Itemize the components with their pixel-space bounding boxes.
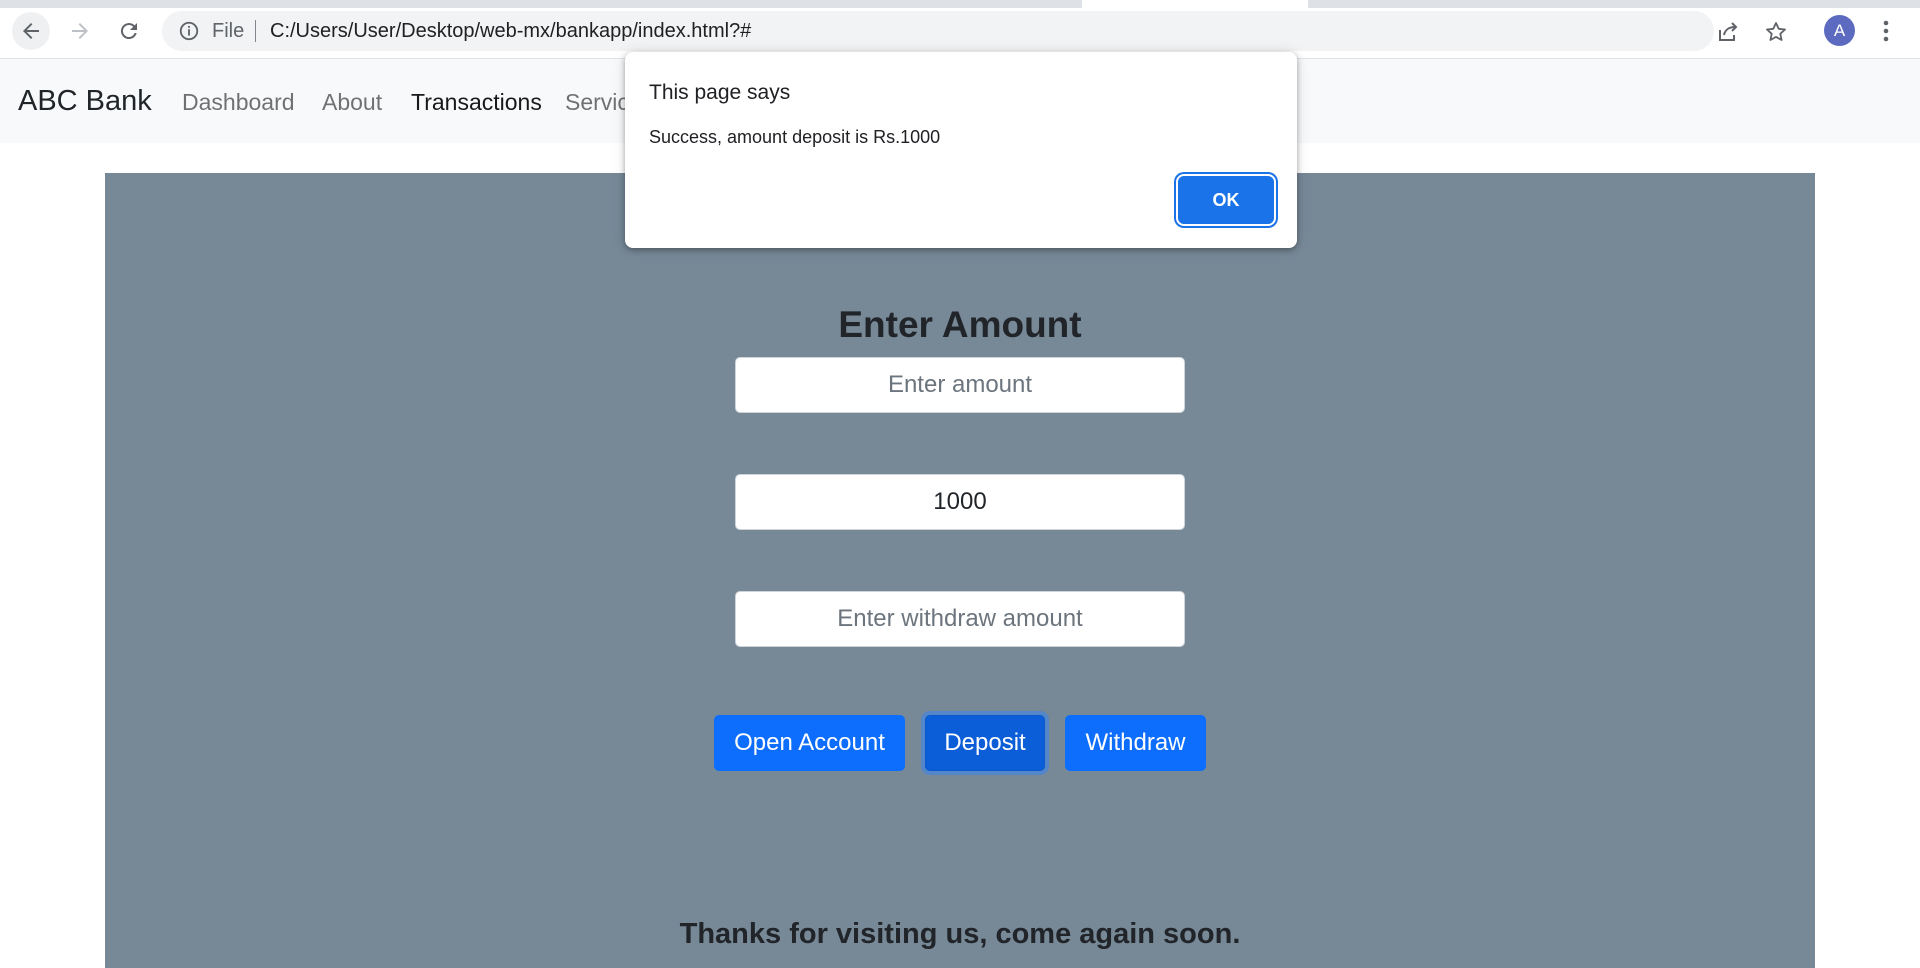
alert-ok-button[interactable]: OK <box>1178 176 1274 224</box>
transaction-panel <box>105 173 1815 968</box>
amount-input[interactable] <box>735 357 1185 413</box>
deposit-amount-input[interactable] <box>735 474 1185 530</box>
reload-icon <box>120 23 137 40</box>
bookmark-star-icon[interactable] <box>1764 20 1788 44</box>
address-bar[interactable]: File C:/Users/User/Desktop/web-mx/bankap… <box>162 11 1786 51</box>
browser-toolbar: File C:/Users/User/Desktop/web-mx/bankap… <box>0 0 1920 59</box>
brand-logo-text[interactable]: ABC Bank <box>18 83 152 119</box>
reload-button[interactable] <box>110 12 148 50</box>
nav-link-transactions[interactable]: Transactions <box>411 87 542 117</box>
nav-link-services[interactable]: Servic <box>565 87 629 117</box>
alert-title: This page says <box>649 81 791 104</box>
kebab-menu-icon[interactable] <box>1874 16 1898 46</box>
arrow-left-icon <box>23 23 39 39</box>
footer-message: Thanks for visiting us, come again soon. <box>679 918 1241 950</box>
profile-avatar[interactable]: A <box>1824 15 1855 46</box>
nav-link-dashboard[interactable]: Dashboard <box>182 87 295 117</box>
withdraw-amount-input[interactable] <box>735 591 1185 647</box>
share-icon[interactable] <box>1716 20 1740 44</box>
nav-link-about[interactable]: About <box>322 87 382 117</box>
active-tab[interactable] <box>1082 0 1308 8</box>
alert-dialog: This page says Success, amount deposit i… <box>625 52 1297 248</box>
tab-strip <box>0 0 1920 8</box>
deposit-button[interactable]: Deposit <box>925 715 1045 771</box>
arrow-right-icon <box>72 23 88 39</box>
info-icon[interactable] <box>178 20 200 42</box>
alert-message: Success, amount deposit is Rs.1000 <box>649 127 941 147</box>
forward-button[interactable] <box>61 12 99 50</box>
form-heading: Enter Amount <box>838 304 1082 345</box>
open-account-button[interactable]: Open Account <box>714 715 905 771</box>
address-divider <box>255 20 256 42</box>
back-button[interactable] <box>12 12 50 50</box>
url-text[interactable]: C:/Users/User/Desktop/web-mx/bankapp/ind… <box>270 19 751 43</box>
withdraw-button[interactable]: Withdraw <box>1065 715 1206 771</box>
file-scheme-label: File <box>212 20 245 42</box>
